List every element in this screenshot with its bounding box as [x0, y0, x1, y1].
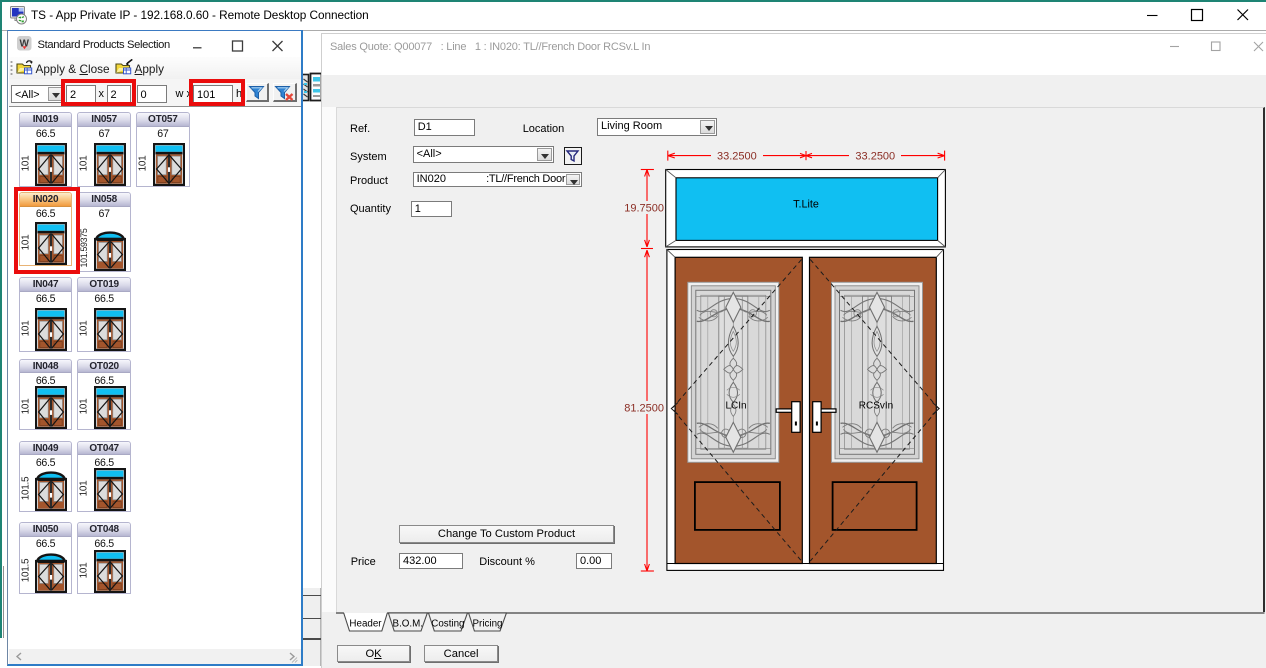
- svg-text:81.2500: 81.2500: [624, 403, 664, 415]
- svg-text:Pricing: Pricing: [473, 619, 503, 630]
- svg-text:33.2500: 33.2500: [855, 151, 895, 163]
- svg-text:Header: Header: [349, 619, 382, 630]
- svg-text:RCSvIn: RCSvIn: [859, 401, 893, 412]
- svg-text:B.O.M.: B.O.M.: [393, 619, 423, 630]
- svg-text:T.Lite: T.Lite: [793, 199, 819, 211]
- svg-text:LCIn: LCIn: [725, 401, 746, 412]
- svg-text:33.2500: 33.2500: [717, 151, 757, 163]
- svg-text:19.7500: 19.7500: [624, 203, 664, 215]
- svg-text:Costing: Costing: [431, 619, 464, 630]
